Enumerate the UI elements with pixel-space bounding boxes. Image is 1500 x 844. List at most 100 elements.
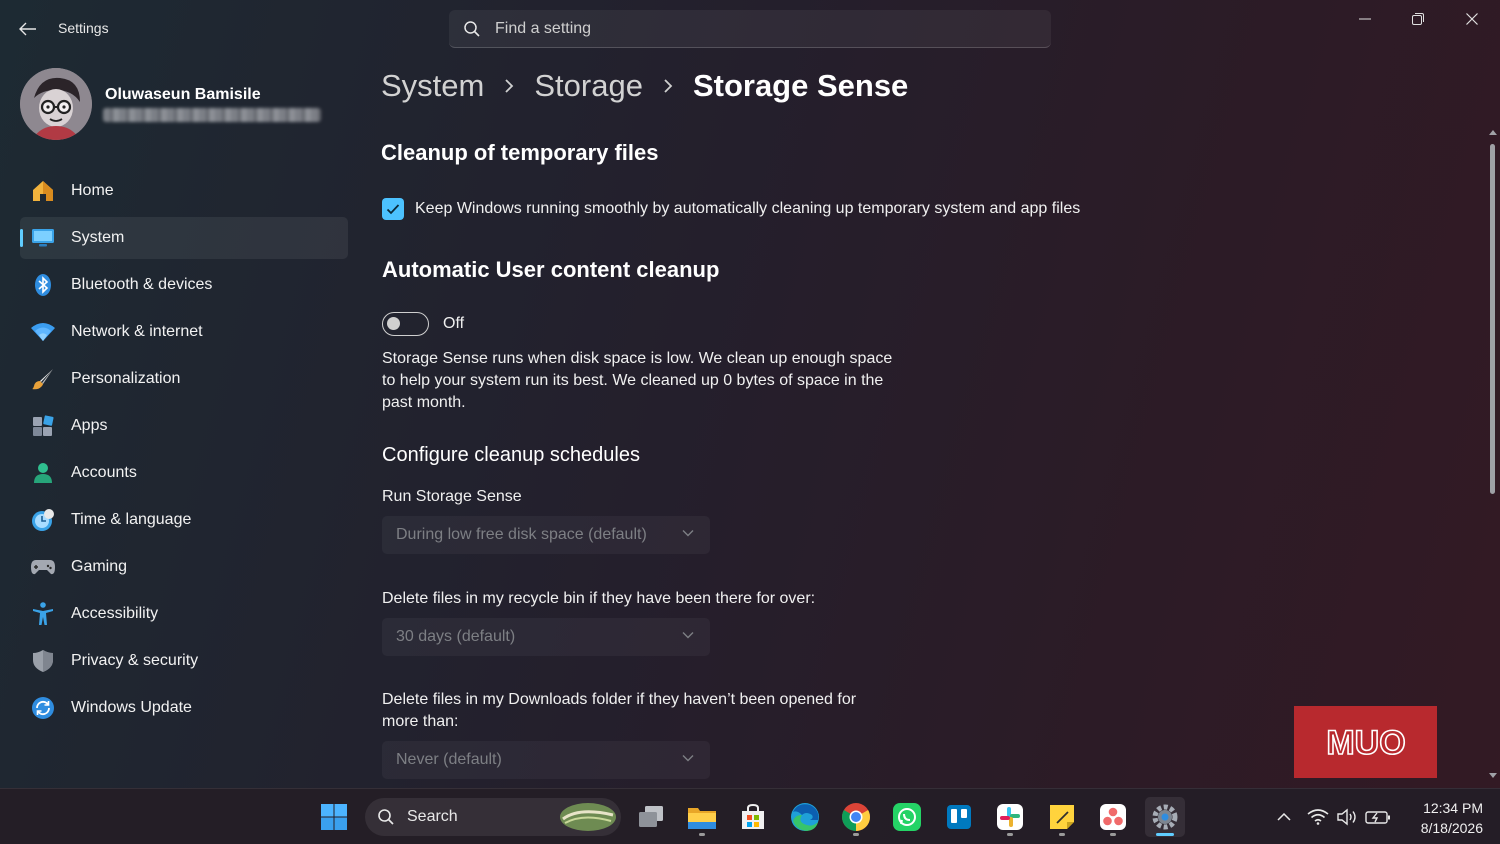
- sidebar-item-label: Home: [71, 182, 114, 199]
- volume-icon: [1337, 808, 1356, 826]
- sidebar-item-accessibility[interactable]: Accessibility: [20, 593, 348, 635]
- tray-overflow-button[interactable]: [1266, 797, 1302, 837]
- sidebar-item-privacy-security[interactable]: Privacy & security: [20, 640, 348, 682]
- back-arrow-icon: [19, 22, 36, 36]
- sidebar-item-gaming[interactable]: Gaming: [20, 546, 348, 588]
- search-input[interactable]: [495, 19, 1015, 38]
- breadcrumb-storage[interactable]: Storage: [534, 68, 643, 104]
- run-storage-sense-dropdown[interactable]: During low free disk space (default): [382, 516, 710, 554]
- sidebar-item-apps[interactable]: Apps: [20, 405, 348, 447]
- search-highlight-icon: [560, 803, 616, 831]
- avatar-illustration: [20, 68, 92, 140]
- recycle-bin-label: Delete files in my recycle bin if they h…: [382, 590, 816, 607]
- sidebar-item-personalization[interactable]: Personalization: [20, 358, 348, 400]
- clock-icon: [30, 507, 56, 533]
- system-icon: [30, 225, 56, 251]
- chevron-up-icon: [1277, 813, 1291, 821]
- muo-logo-mark: MUO: [1325, 724, 1406, 760]
- store-icon: [742, 803, 764, 829]
- bluetooth-icon: [30, 272, 56, 298]
- taskbar-whatsapp[interactable]: [887, 797, 927, 837]
- sidebar-item-system[interactable]: System: [20, 217, 348, 259]
- back-button[interactable]: [14, 16, 42, 42]
- running-indicator: [699, 833, 705, 836]
- title-bar: Settings: [0, 0, 1500, 56]
- chevron-right-icon: [663, 78, 673, 94]
- close-icon: [1466, 13, 1478, 25]
- sidebar-item-label: Network & internet: [71, 323, 203, 340]
- taskbar-slack[interactable]: [990, 797, 1030, 837]
- cleanup-temp-checkbox[interactable]: [382, 198, 404, 220]
- taskbar-edge[interactable]: [785, 797, 825, 837]
- sidebar-item-network[interactable]: Network & internet: [20, 311, 348, 353]
- taskbar-store[interactable]: [733, 797, 773, 837]
- whatsapp-icon: [893, 803, 921, 831]
- sidebar-item-home[interactable]: Home: [20, 170, 348, 212]
- taskbar-trello[interactable]: [939, 797, 979, 837]
- chrome-icon: [842, 803, 870, 831]
- checkmark-icon: [386, 204, 400, 215]
- storage-sense-description-line-3: past month.: [382, 394, 466, 411]
- taskbar-chrome[interactable]: [836, 797, 876, 837]
- search-icon: [464, 20, 480, 37]
- cleanup-temp-heading: Cleanup of temporary files: [381, 140, 659, 165]
- wifi-icon: [30, 319, 56, 345]
- scrollbar[interactable]: [1486, 128, 1500, 786]
- svg-text:MUO: MUO: [1326, 724, 1405, 760]
- close-button[interactable]: [1447, 4, 1497, 34]
- scrollbar-thumb[interactable]: [1490, 144, 1495, 494]
- sidebar-item-label: Personalization: [71, 370, 181, 387]
- tray-date: 8/18/2026: [1420, 820, 1483, 836]
- page-title: Storage Sense: [692, 68, 909, 103]
- downloads-dropdown[interactable]: Never (default): [382, 741, 710, 779]
- chevron-down-icon: [682, 632, 694, 639]
- search-icon: [378, 809, 394, 825]
- tray-clock[interactable]: 12:34 PM 8/18/2026: [1405, 798, 1483, 838]
- app-title: Settings: [58, 20, 109, 36]
- downloads-label-line-2: more than:: [382, 713, 459, 730]
- wifi-status-icon: [1307, 809, 1329, 825]
- settings-gear-icon: [1152, 804, 1178, 830]
- taskbar-search-label: Search: [407, 808, 458, 825]
- sidebar-item-label: System: [71, 229, 125, 246]
- cleanup-temp-checkbox-label[interactable]: Keep Windows running smoothly by automat…: [415, 198, 1080, 220]
- file-explorer-icon: [688, 808, 716, 829]
- taskbar-asana[interactable]: [1093, 797, 1133, 837]
- chevron-down-icon: [682, 755, 694, 762]
- restore-icon: [1412, 13, 1424, 25]
- sidebar-item-windows-update[interactable]: Windows Update: [20, 687, 348, 729]
- taskbar-file-explorer[interactable]: [682, 797, 722, 837]
- auto-cleanup-toggle[interactable]: [382, 312, 429, 336]
- breadcrumb-system[interactable]: System: [381, 68, 484, 104]
- sidebar-item-label: Accounts: [71, 464, 137, 481]
- dropdown-value: 30 days (default): [396, 628, 516, 645]
- accounts-icon: [30, 460, 56, 486]
- sidebar-item-accounts[interactable]: Accounts: [20, 452, 348, 494]
- brush-icon: [30, 366, 56, 392]
- sidebar-item-bluetooth[interactable]: Bluetooth & devices: [20, 264, 348, 306]
- muo-watermark-logo: MUO: [1294, 706, 1437, 778]
- breadcrumb: System Storage Storage Sense: [381, 68, 908, 104]
- minimize-icon: [1359, 18, 1371, 20]
- recycle-bin-dropdown[interactable]: 30 days (default): [382, 618, 710, 656]
- taskbar-settings[interactable]: [1145, 797, 1185, 837]
- sidebar-item-label: Bluetooth & devices: [71, 276, 213, 293]
- start-button[interactable]: [314, 797, 354, 837]
- apps-icon: [30, 413, 56, 439]
- running-indicator: [853, 833, 859, 836]
- minimize-button[interactable]: [1340, 4, 1390, 34]
- taskbar-task-view[interactable]: [631, 797, 671, 837]
- chevron-down-icon: [682, 530, 694, 537]
- user-email-redacted: [103, 108, 321, 122]
- taskbar-search[interactable]: Search: [365, 798, 621, 836]
- tray-quick-settings[interactable]: [1304, 797, 1394, 837]
- sidebar-item-time-language[interactable]: Time & language: [20, 499, 348, 541]
- avatar[interactable]: [20, 68, 92, 140]
- storage-sense-description-line-2: to help your system run its best. We cle…: [382, 372, 884, 389]
- settings-search[interactable]: [449, 10, 1051, 48]
- restore-button[interactable]: [1393, 4, 1443, 34]
- user-name: Oluwaseun Bamisile: [105, 86, 261, 103]
- taskbar-sticky-notes[interactable]: [1042, 797, 1082, 837]
- cleanup-schedules-heading: Configure cleanup schedules: [382, 444, 640, 466]
- chevron-right-icon: [504, 78, 514, 94]
